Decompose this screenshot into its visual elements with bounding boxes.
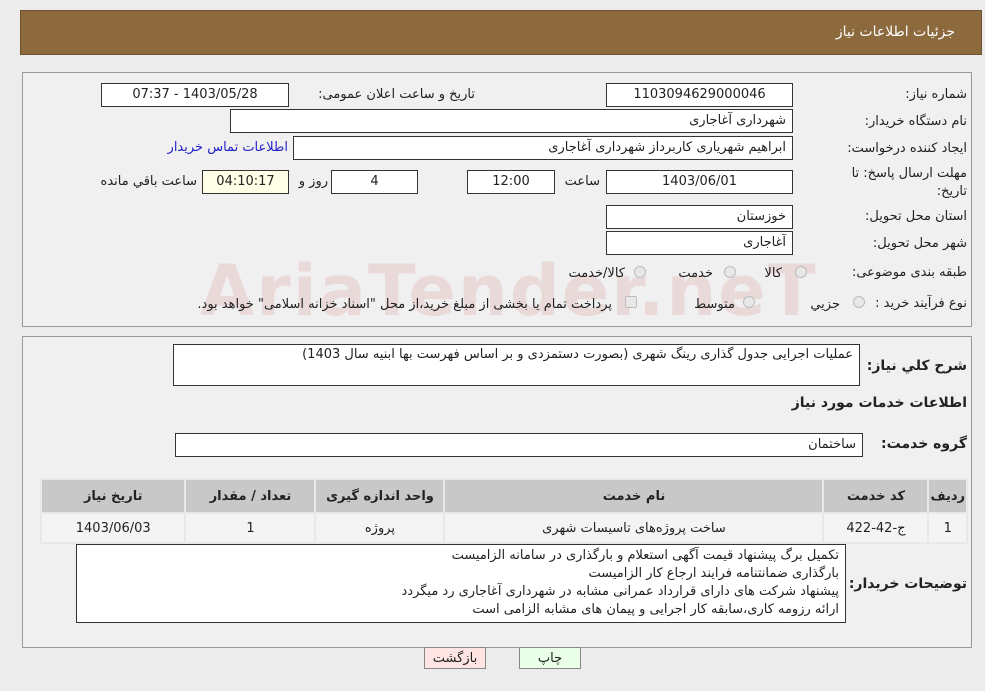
process-option-small: جزیي <box>810 297 840 312</box>
buyer-label: نام دستگاه خریدار: <box>864 114 967 129</box>
note-line: ارائه رزومه کاری،سابقه کار اجرایی و پیما… <box>472 602 839 617</box>
category-option-goods: کالا <box>764 266 782 281</box>
announce-field: 1403/05/28 - 07:37 <box>101 83 289 107</box>
cell-name: ساخت پروژه‌های تاسیسات شهری <box>443 512 825 544</box>
process-radio-small[interactable] <box>853 296 865 308</box>
category-option-goods-service: کالا/خدمت <box>568 266 625 281</box>
category-radio-goods[interactable] <box>795 266 807 278</box>
note-line: بارگذاری ضمانتنامه فرایند ارجاع کار الزا… <box>588 566 839 581</box>
buyer-contact-link[interactable]: اطلاعات تماس خریدار <box>168 140 288 155</box>
category-radio-goods-service[interactable] <box>634 266 646 278</box>
province-field: خوزستان <box>606 205 793 229</box>
category-option-service: خدمت <box>678 266 713 281</box>
cell-row: 1 <box>927 512 968 544</box>
province-label: استان محل تحویل: <box>865 209 967 224</box>
col-name: نام خدمت <box>443 478 825 514</box>
deadline-date-field: 1403/06/01 <box>606 170 793 194</box>
cell-unit: پروژه <box>314 512 446 544</box>
print-button[interactable]: چاپ <box>519 647 581 669</box>
note-line: پیشنهاد شرکت های دارای قرارداد عمرانی مش… <box>401 584 839 599</box>
remaining-field: 04:10:17 <box>202 170 289 194</box>
watermark-logo: AriaTender.neT <box>200 250 818 332</box>
process-radio-medium[interactable] <box>743 296 755 308</box>
back-button[interactable]: بازگشت <box>424 647 486 669</box>
category-label: طبقه بندی موضوعی: <box>851 265 967 280</box>
cell-qty: 1 <box>184 512 317 544</box>
city-label: شهر محل تحویل: <box>872 236 967 251</box>
table-row: 1 ج-42-422 ساخت پروژه‌های تاسیسات شهری پ… <box>39 512 968 544</box>
col-unit: واحد اندازه گیری <box>314 478 446 514</box>
city-field: آغاجاری <box>606 231 793 255</box>
cell-code: ج-42-422 <box>822 512 930 544</box>
cell-date: 1403/06/03 <box>39 512 187 544</box>
col-qty: تعداد / مقدار <box>184 478 317 514</box>
need-number-field: 1103094629000046 <box>606 83 793 107</box>
col-code: کد خدمت <box>822 478 930 514</box>
page-title: جزئیات اطلاعات نیاز <box>835 24 955 40</box>
deadline-time-field: 12:00 <box>467 170 555 194</box>
treasury-checkbox[interactable] <box>625 296 637 308</box>
page-header: جزئیات اطلاعات نیاز <box>20 10 982 55</box>
group-field: ساختمان <box>175 433 863 457</box>
process-note: پرداخت تمام یا بخشی از مبلغ خرید،از محل … <box>197 297 612 312</box>
process-option-medium: متوسط <box>694 297 735 312</box>
group-label: گروه خدمت: <box>881 436 967 452</box>
process-label: نوع فرآیند خرید : <box>875 296 967 311</box>
buyer-field: شهرداری آغاجاری <box>230 109 793 133</box>
deadline-label: مهلت ارسال پاسخ: تا تاریخ: <box>851 166 967 199</box>
days-label: روز و <box>298 174 328 189</box>
col-row: ردیف <box>927 478 968 514</box>
need-number-label: شماره نیاز: <box>905 87 967 102</box>
notes-textarea[interactable]: تکمیل برگ پیشنهاد قیمت آگهی استعلام و با… <box>76 544 846 623</box>
table-header-row: ردیف کد خدمت نام خدمت واحد اندازه گیری ت… <box>39 478 968 514</box>
desc-textarea[interactable]: عملیات اجرایی جدول گذاری رینگ شهری (بصور… <box>173 344 860 386</box>
desc-label: شرح كلي نياز: <box>866 358 967 374</box>
services-table: ردیف کد خدمت نام خدمت واحد اندازه گیری ت… <box>39 478 968 544</box>
creator-label: ایجاد کننده درخواست: <box>847 141 967 156</box>
col-date: تاریخ نیاز <box>39 478 187 514</box>
services-title: اطلاعات خدمات مورد نياز <box>791 395 967 411</box>
remaining-label: ساعت باقي مانده <box>100 174 197 189</box>
time-label: ساعت <box>564 174 600 189</box>
announce-label: تاریخ و ساعت اعلان عمومی: <box>318 87 475 102</box>
days-field: 4 <box>331 170 418 194</box>
category-radio-service[interactable] <box>724 266 736 278</box>
notes-label: توضیحات خریدار: <box>848 576 967 592</box>
creator-field: ابراهیم شهریاری کاربرداز شهرداری آغاجاری <box>293 136 793 160</box>
note-line: تکمیل برگ پیشنهاد قیمت آگهی استعلام و با… <box>451 548 839 563</box>
